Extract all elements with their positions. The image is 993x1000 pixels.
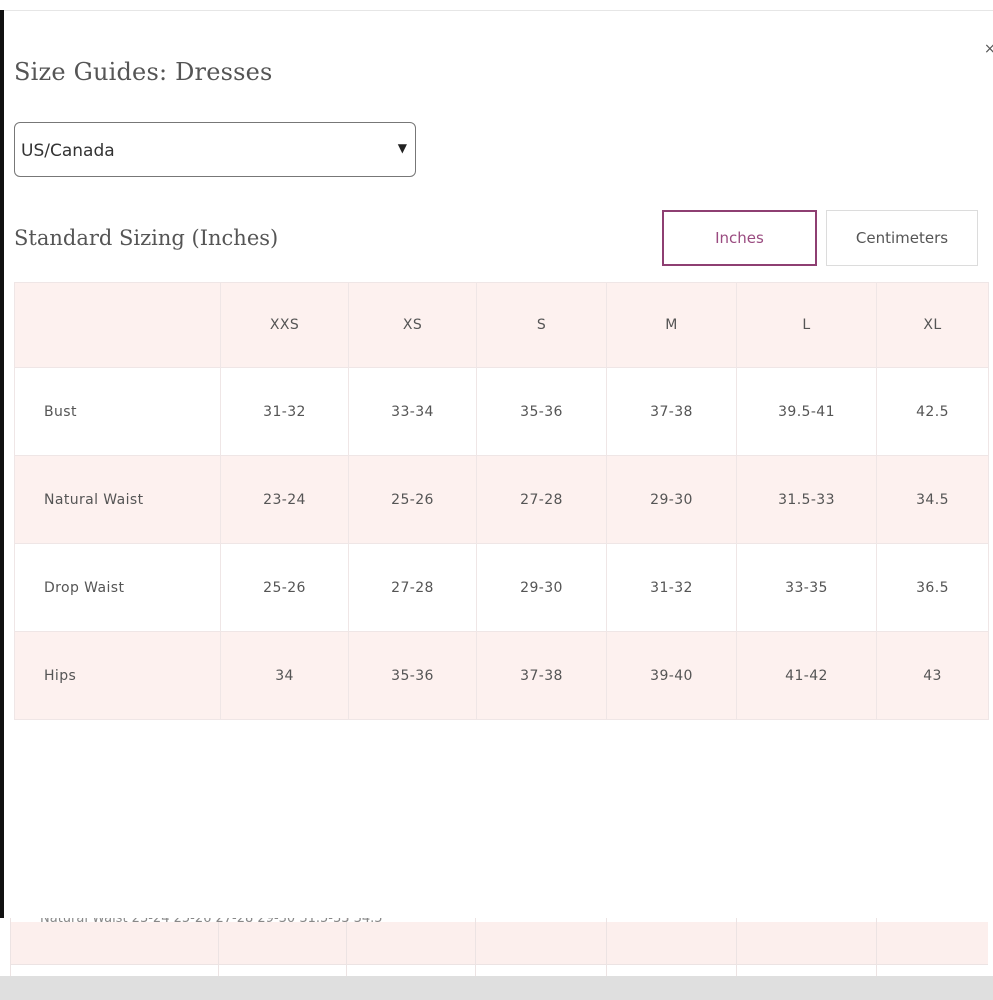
- section-title: Standard Sizing (Inches): [14, 226, 279, 250]
- inches-button-label: Inches: [715, 229, 764, 247]
- header-cell-m: M: [606, 282, 737, 368]
- table-cell: 41-42: [736, 631, 877, 720]
- table-cell: 39-40: [606, 631, 737, 720]
- inches-button[interactable]: Inches: [662, 210, 817, 266]
- row-label-natural-waist: Natural Waist: [14, 455, 221, 544]
- table-cell: 37-38: [606, 367, 737, 456]
- header-cell-empty: [14, 282, 221, 368]
- table-row: Natural Waist 23-24 25-26 27-28 29-30 31…: [14, 455, 989, 544]
- ghost-row: [10, 922, 988, 964]
- table-cell: 31.5-33: [736, 455, 877, 544]
- header-cell-xxs: XXS: [220, 282, 349, 368]
- table-cell: 35-36: [348, 631, 477, 720]
- ghost-divider: [10, 964, 988, 965]
- ghost-row-text: Natural Waist 23-24 25-26 27-28 29-30 31…: [40, 918, 383, 926]
- header-cell-xs: XS: [348, 282, 477, 368]
- row-label-hips: Hips: [14, 631, 221, 720]
- table-cell: 29-30: [476, 543, 607, 632]
- table-cell: 31-32: [606, 543, 737, 632]
- table-cell: 23-24: [220, 455, 349, 544]
- table-cell: 33-34: [348, 367, 477, 456]
- table-cell: 27-28: [476, 455, 607, 544]
- chevron-down-icon: ▼: [397, 141, 407, 155]
- table-row: Bust 31-32 33-34 35-36 37-38 39.5-41 42.…: [14, 367, 989, 456]
- header-cell-s: S: [476, 282, 607, 368]
- table-cell: 34: [220, 631, 349, 720]
- size-table: XXS XS S M L XL Bust 31-32 33-34 35-36 3…: [14, 282, 989, 720]
- table-row: Drop Waist 25-26 27-28 29-30 31-32 33-35…: [14, 543, 989, 632]
- ghost-divider: [876, 918, 877, 976]
- table-cell: 27-28: [348, 543, 477, 632]
- bottom-bar: [0, 976, 993, 1000]
- row-label-bust: Bust: [14, 367, 221, 456]
- centimeters-button[interactable]: Centimeters: [826, 210, 978, 266]
- table-header-row: XXS XS S M L XL: [14, 282, 989, 368]
- header-cell-xl: XL: [876, 282, 989, 368]
- table-cell: 42.5: [876, 367, 989, 456]
- table-cell: 39.5-41: [736, 367, 877, 456]
- ghost-divider: [475, 918, 476, 976]
- table-cell: 37-38: [476, 631, 607, 720]
- table-cell: 29-30: [606, 455, 737, 544]
- table-cell: 36.5: [876, 543, 989, 632]
- header-cell-l: L: [736, 282, 877, 368]
- region-select-value: US/Canada: [21, 141, 115, 161]
- ghost-divider: [736, 918, 737, 976]
- ghost-divider: [606, 918, 607, 976]
- table-cell: 43: [876, 631, 989, 720]
- ghost-divider: [218, 918, 219, 976]
- centimeters-button-label: Centimeters: [855, 229, 949, 247]
- ghost-divider: [10, 918, 11, 976]
- table-cell: 35-36: [476, 367, 607, 456]
- table-cell: 31-32: [220, 367, 349, 456]
- table-cell: 34.5: [876, 455, 989, 544]
- table-cell: 25-26: [348, 455, 477, 544]
- scrolled-table-fragment: Natural Waist 23-24 25-26 27-28 29-30 31…: [10, 918, 988, 976]
- region-select[interactable]: US/Canada ▼: [14, 122, 416, 177]
- table-row: Hips 34 35-36 37-38 39-40 41-42 43: [14, 631, 989, 720]
- close-icon[interactable]: ×: [984, 44, 993, 54]
- table-cell: 33-35: [736, 543, 877, 632]
- ghost-divider: [346, 918, 347, 976]
- ghost-row: [10, 964, 988, 976]
- row-label-drop-waist: Drop Waist: [14, 543, 221, 632]
- left-edge-bar: [0, 10, 4, 918]
- page-title: Size Guides: Dresses: [14, 58, 273, 86]
- top-divider: [0, 10, 993, 11]
- table-cell: 25-26: [220, 543, 349, 632]
